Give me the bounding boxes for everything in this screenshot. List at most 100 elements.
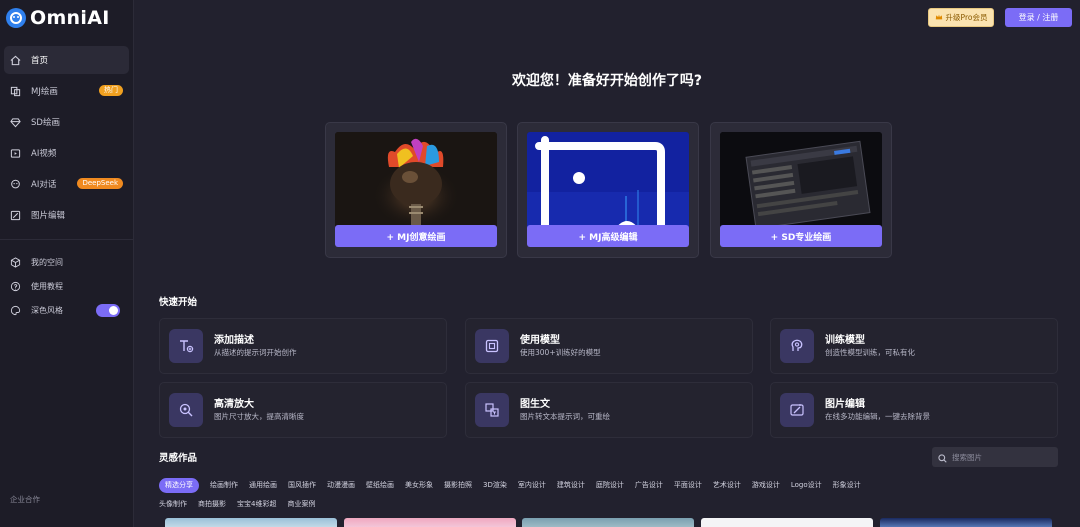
sidebar-item-label: AI视频 [31, 149, 57, 159]
category-chip[interactable]: 室内设计 [518, 478, 546, 493]
quick-card-image-to-text[interactable]: 图生文 图片转文本提示词，可重绘 [465, 382, 753, 438]
gallery-thumb[interactable] [880, 518, 1052, 527]
quick-card-train-model[interactable]: 训练模型 创造性模型训练，可私有化 [770, 318, 1058, 374]
hero-card-mj-advanced[interactable]: + MJ高级编辑 [517, 122, 699, 258]
sidebar-item-label: 使用教程 [31, 281, 63, 291]
quick-card-desc: 图片转文本提示词，可重绘 [520, 412, 610, 421]
category-chip[interactable]: 广告设计 [635, 478, 663, 493]
sidebar-item-label: 深色风格 [31, 305, 63, 315]
page-title: 欢迎您！准备好开始创作了吗? [511, 73, 703, 89]
train-icon [780, 329, 814, 363]
sidebar-item-label: SD绘画 [31, 118, 60, 128]
category-chip[interactable]: 庭院设计 [596, 478, 624, 493]
sidebar-item-label: 图片编辑 [31, 211, 66, 221]
image-edit-icon [8, 208, 22, 222]
image-search [932, 447, 1058, 467]
enterprise-link[interactable]: 企业合作 [10, 494, 40, 505]
diamond-icon [8, 115, 22, 129]
quick-card-desc: 从描述的提示词开始创作 [214, 348, 297, 357]
mj-advanced-image [527, 132, 689, 232]
text-add-icon [169, 329, 203, 363]
quick-card-title: 添加描述 [214, 335, 254, 346]
category-row: 精选分享 绘画制作 通用绘画 国风插作 动漫漫画 壁纸绘画 美女形象 摄影拍照 3D渲染 室内设计… [159, 478, 1059, 493]
search-input[interactable] [952, 452, 1052, 462]
category-chip[interactable]: 精选分享 [159, 478, 199, 493]
category-chip[interactable]: 动漫漫画 [327, 478, 355, 493]
palette-icon [8, 303, 22, 317]
upgrade-pro-button[interactable]: 升级Pro会员 [928, 8, 994, 27]
quick-card-title: 图片编辑 [825, 399, 865, 410]
quick-card-upscale[interactable]: 高清放大 图片尺寸放大，提高清晰度 [159, 382, 447, 438]
mj-paint-icon [8, 84, 22, 98]
quick-card-title: 使用模型 [520, 335, 560, 346]
sidebar-item-mj-paint[interactable]: MJ绘画 热门 [4, 77, 129, 105]
sidebar-item-tutorial[interactable]: 使用教程 [4, 274, 129, 298]
sd-pro-button[interactable]: + SD专业绘画 [720, 225, 882, 247]
category-chip[interactable]: Logo设计 [791, 478, 822, 493]
quick-card-use-model[interactable]: 使用模型 使用300+训练好的模型 [465, 318, 753, 374]
mj-creative-image [335, 132, 497, 232]
sidebar-item-ai-video[interactable]: AI视频 [4, 139, 129, 167]
sidebar-item-my-space[interactable]: 我的空间 [4, 250, 129, 274]
quick-card-title: 图生文 [520, 399, 550, 410]
category-chip[interactable]: 绘画制作 [210, 478, 238, 493]
deepseek-badge: DeepSeek [77, 178, 123, 189]
sidebar-item-ai-chat[interactable]: AI对话 DeepSeek [4, 170, 129, 198]
logo[interactable]: OmniAI [0, 0, 133, 36]
category-chip[interactable]: 平面设计 [674, 478, 702, 493]
mj-advanced-button[interactable]: + MJ高级编辑 [527, 225, 689, 247]
sidebar-item-label: AI对话 [31, 180, 57, 190]
video-icon [8, 146, 22, 160]
quick-card-add-description[interactable]: 添加描述 从描述的提示词开始创作 [159, 318, 447, 374]
quick-start-title: 快速开始 [159, 297, 198, 308]
quick-card-image-edit[interactable]: 图片编辑 在线多功能编辑，一键去除背景 [770, 382, 1058, 438]
category-chip[interactable]: 艺术设计 [713, 478, 741, 493]
sidebar-nav: 首页 MJ绘画 热门 SD绘画 AI视频 AI对话 DeepSeek 图片编辑 [0, 46, 133, 229]
quick-card-desc: 创造性模型训练，可私有化 [825, 348, 915, 357]
category-chip[interactable]: 通用绘画 [249, 478, 277, 493]
category-chip[interactable]: 摄影拍照 [444, 478, 472, 493]
sidebar: OmniAI 首页 MJ绘画 热门 SD绘画 AI视频 AI对话 DeepSee… [0, 0, 134, 527]
category-chip[interactable]: 壁纸绘画 [366, 478, 394, 493]
gallery-thumb[interactable] [165, 518, 337, 527]
gallery-thumb[interactable] [344, 518, 516, 527]
category-chip[interactable]: 商拍摄影 [198, 497, 226, 512]
quick-card-title: 高清放大 [214, 399, 254, 410]
category-chip[interactable]: 3D渲染 [483, 478, 507, 493]
quick-card-desc: 使用300+训练好的模型 [520, 348, 601, 357]
sidebar-item-dark-mode: 深色风格 [4, 298, 129, 322]
sd-pro-image [720, 132, 882, 232]
magic-edit-icon [780, 393, 814, 427]
sidebar-item-label: MJ绘画 [31, 87, 58, 97]
category-chip[interactable]: 宝宝4维彩超 [237, 497, 276, 512]
category-chip[interactable]: 商业案例 [287, 497, 315, 512]
inspiration-title: 灵感作品 [159, 453, 198, 464]
category-chips: 精选分享 绘画制作 通用绘画 国风插作 动漫漫画 壁纸绘画 美女形象 摄影拍照 3D渲染 室内设计… [159, 478, 1059, 516]
hero-card-mj-creative[interactable]: + MJ创意绘画 [325, 122, 507, 258]
sidebar-item-home[interactable]: 首页 [4, 46, 129, 74]
hero-card-sd-pro[interactable]: + SD专业绘画 [710, 122, 892, 258]
category-row: 头像制作 商拍摄影 宝宝4维彩超 商业案例 [159, 497, 1059, 512]
sidebar-item-image-edit[interactable]: 图片编辑 [4, 201, 129, 229]
home-icon [8, 53, 22, 67]
mj-creative-button[interactable]: + MJ创意绘画 [335, 225, 497, 247]
gallery-thumb[interactable] [701, 518, 873, 527]
sidebar-item-sd-paint[interactable]: SD绘画 [4, 108, 129, 136]
quick-card-desc: 图片尺寸放大，提高清晰度 [214, 412, 304, 421]
category-chip[interactable]: 游戏设计 [752, 478, 780, 493]
cube-icon [8, 255, 22, 269]
category-chip[interactable]: 头像制作 [159, 497, 187, 512]
category-chip[interactable]: 形象设计 [833, 478, 861, 493]
category-chip[interactable]: 国风插作 [288, 478, 316, 493]
gallery-thumb[interactable] [522, 518, 694, 527]
model-icon [475, 329, 509, 363]
crown-icon [935, 13, 943, 23]
logo-icon [6, 8, 26, 28]
category-chip[interactable]: 建筑设计 [557, 478, 585, 493]
category-chip[interactable]: 美女形象 [405, 478, 433, 493]
login-button[interactable]: 登录 / 注册 [1005, 8, 1072, 27]
quick-card-desc: 在线多功能编辑，一键去除背景 [825, 412, 930, 421]
dark-mode-toggle[interactable] [96, 304, 120, 317]
app-name: OmniAI [30, 7, 110, 29]
hot-badge: 热门 [99, 85, 123, 96]
